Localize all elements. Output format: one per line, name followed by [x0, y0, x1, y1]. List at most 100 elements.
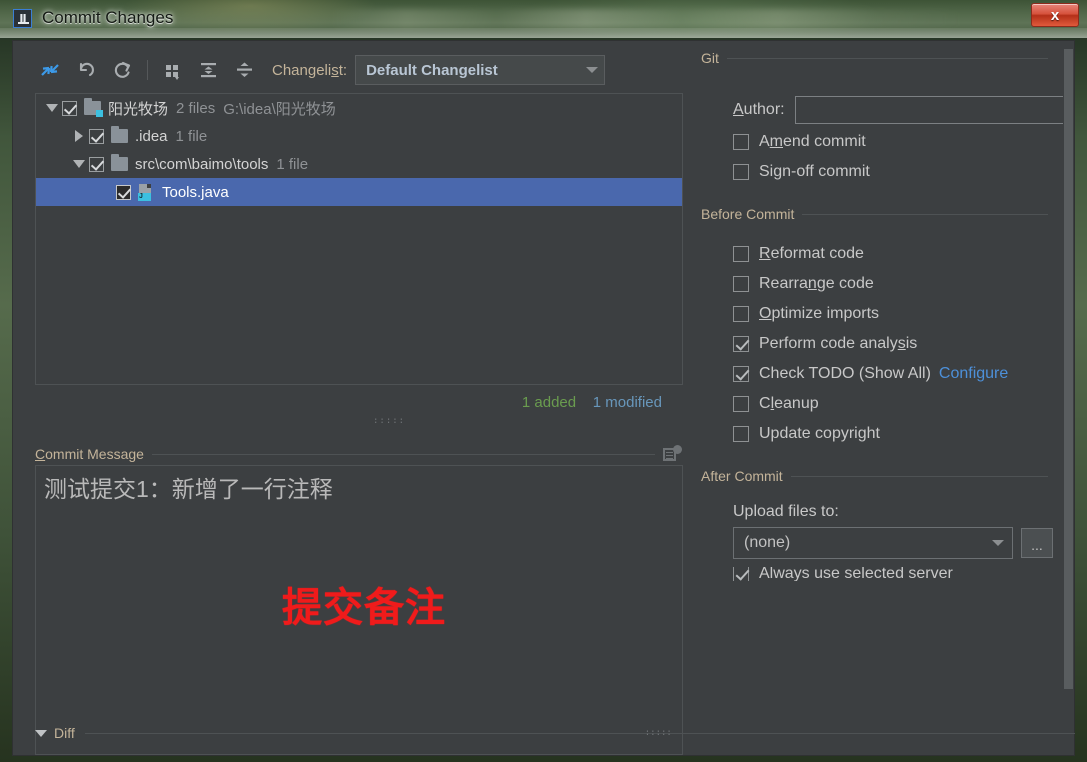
after-commit-section-divider [790, 475, 1048, 477]
upload-files-label: Upload files to: [733, 503, 839, 520]
chevron-down-icon [586, 67, 599, 73]
diff-section-header[interactable]: Diff ::::: [35, 723, 1075, 743]
cleanup-row[interactable]: Cleanup [689, 389, 1072, 419]
always-use-server-checkbox[interactable] [733, 567, 749, 581]
upload-server-dropdown[interactable]: (none) [733, 527, 1013, 559]
perform-code-analysis-row[interactable]: Perform code analysis [689, 329, 1072, 359]
changes-toolbar: Changelist: Default Changelist [35, 53, 606, 87]
reformat-code-row[interactable]: Reformat code [689, 239, 1072, 269]
tree-row-checkbox[interactable] [62, 100, 77, 116]
sign-off-commit-row[interactable]: Sign-off commit [689, 157, 1072, 187]
collapse-all-icon[interactable] [230, 56, 260, 84]
changelist-dropdown[interactable]: Default Changelist [355, 55, 606, 85]
toolbar-separator [147, 60, 148, 80]
chevron-down-icon[interactable] [35, 729, 47, 737]
tree-row-file-count: 2 files [176, 99, 216, 117]
message-history-icon[interactable] [663, 445, 683, 463]
chevron-down-icon[interactable] [42, 104, 62, 112]
upload-server-row: (none) ... [689, 527, 1072, 559]
git-options-list: Amend commit Sign-off commit [689, 127, 1072, 187]
reformat-code-checkbox[interactable] [733, 246, 749, 262]
before-commit-options-list: Reformat code Rearrange code Optimize impo… [689, 239, 1072, 449]
reformat-code-label: Reformat code [759, 245, 864, 262]
update-copyright-row[interactable]: Update copyright [689, 419, 1072, 449]
always-use-server-row[interactable]: Always use selected server [689, 567, 1072, 581]
revert-icon[interactable] [71, 56, 101, 84]
optimize-imports-checkbox[interactable] [733, 306, 749, 322]
author-field[interactable] [794, 96, 1072, 124]
perform-code-analysis-label: Perform code analysis [759, 335, 918, 352]
right-pane-scrollbar[interactable] [1063, 49, 1074, 727]
rearrange-code-row[interactable]: Rearrange code [689, 269, 1072, 299]
show-diff-icon[interactable] [35, 56, 65, 84]
before-commit-section-header: Before Commit [689, 205, 1072, 223]
author-row: Author: [689, 93, 1072, 127]
commit-message-label: Commit Message [35, 446, 144, 462]
diff-section-title: Diff [54, 725, 75, 741]
author-label: Author: [733, 101, 785, 118]
tree-row-checkbox[interactable] [89, 156, 104, 172]
tree-splitter-handle[interactable]: ::::: [373, 416, 405, 426]
tree-row-name: Tools.java [162, 183, 229, 201]
configure-link[interactable]: Configure [939, 365, 1008, 383]
after-commit-section-title: After Commit [701, 468, 783, 484]
title-bar-reflection [330, 9, 970, 29]
tree-row[interactable]: .idea 1 file [36, 122, 682, 150]
tree-row-name: src\com\baimo\tools [135, 155, 269, 173]
expand-all-icon[interactable] [194, 56, 224, 84]
folder-icon [111, 154, 128, 171]
tree-row[interactable]: src\com\baimo\tools 1 file [36, 150, 682, 178]
changelist-label: Changelist: [272, 61, 348, 79]
scrollbar-thumb[interactable] [1064, 49, 1073, 689]
java-file-icon: J [138, 184, 155, 201]
cleanup-checkbox[interactable] [733, 396, 749, 412]
intellij-idea-icon: IJ [13, 9, 32, 28]
title-bar: IJ Commit Changes x [0, 0, 1087, 38]
tree-row-file-count: 1 file [276, 155, 309, 173]
chevron-right-icon[interactable] [69, 130, 89, 142]
commit-changes-dialog: Changelist: Default Changelist 阳光牧场 2 fil… [12, 40, 1075, 756]
amend-commit-row[interactable]: Amend commit [689, 127, 1072, 157]
check-todo-row[interactable]: Check TODO (Show All) Configure [689, 359, 1072, 389]
optimize-imports-label: Optimize imports [759, 305, 880, 322]
tree-row-checkbox[interactable] [116, 184, 131, 200]
browse-servers-button[interactable]: ... [1021, 528, 1053, 558]
changes-tree[interactable]: 阳光牧场 2 files G:\idea\阳光牧场 .idea 1 file src\co… [35, 93, 683, 385]
rearrange-code-checkbox[interactable] [733, 276, 749, 292]
perform-code-analysis-checkbox[interactable] [733, 336, 749, 352]
diff-splitter-handle[interactable]: ::::: [645, 728, 672, 738]
change-counts: 1 added 1 modified [522, 394, 662, 411]
before-commit-section-divider [802, 213, 1048, 215]
tree-row[interactable]: 阳光牧场 2 files G:\idea\阳光牧场 [36, 94, 682, 122]
group-by-icon[interactable] [158, 56, 188, 84]
tree-row[interactable]: J Tools.java [36, 178, 682, 206]
added-count: 1 added [521, 394, 577, 411]
upload-server-value: (none) [744, 534, 791, 551]
refresh-icon[interactable] [107, 56, 137, 84]
check-todo-checkbox[interactable] [733, 366, 749, 382]
annotation-overlay: 提交备注 [282, 585, 446, 631]
update-copyright-checkbox[interactable] [733, 426, 749, 442]
chevron-down-icon [992, 540, 1004, 546]
folder-vcs-icon [84, 98, 103, 117]
cleanup-label: Cleanup [759, 395, 819, 412]
chevron-down-icon[interactable] [69, 160, 89, 168]
amend-commit-checkbox[interactable] [733, 134, 749, 150]
folder-icon [111, 126, 128, 143]
optimize-imports-row[interactable]: Optimize imports [689, 299, 1072, 329]
amend-commit-label: Amend commit [759, 133, 866, 150]
always-use-server-label: Always use selected server [759, 567, 953, 581]
tree-row-path: G:\idea\阳光牧场 [223, 100, 336, 118]
sign-off-commit-checkbox[interactable] [733, 164, 749, 180]
rearrange-code-label: Rearrange code [759, 275, 874, 292]
sign-off-commit-label: Sign-off commit [759, 163, 870, 180]
tree-row-name: .idea [135, 127, 168, 145]
right-options-pane: Git Author: Amend commit Sign-off commit … [689, 49, 1072, 739]
before-commit-section-title: Before Commit [701, 206, 795, 222]
tree-row-checkbox[interactable] [89, 128, 104, 144]
after-commit-section-header: After Commit [689, 467, 1072, 485]
window-frame: IJ Commit Changes x Changelist: Default … [0, 0, 1087, 762]
window-title: Commit Changes [42, 8, 174, 27]
close-button[interactable]: x [1031, 3, 1079, 27]
tree-row-name: 阳光牧场 [108, 100, 169, 118]
